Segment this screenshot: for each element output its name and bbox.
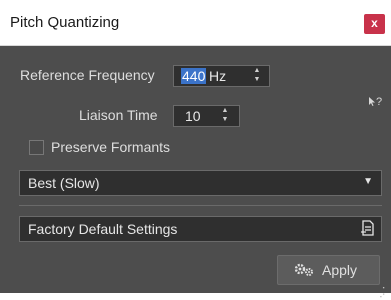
divider — [19, 205, 382, 206]
dropdown-arrow-icon: ▼ — [363, 176, 373, 187]
close-icon: x — [371, 16, 378, 30]
help-cursor-icon[interactable]: ? — [369, 96, 382, 108]
title-bar: Pitch Quantizing x — [0, 0, 391, 46]
dialog-body: ? Reference Frequency 440 Hz ▲ ▼ Liaison … — [0, 46, 391, 300]
apply-label: Apply — [322, 262, 358, 278]
liaison-time-spinbox[interactable]: 10 ▲ ▼ — [173, 105, 240, 127]
preserve-formants-label[interactable]: Preserve Formants — [51, 139, 170, 155]
presets-field[interactable]: Factory Default Settings — [19, 216, 382, 242]
reference-frequency-label: Reference Frequency — [20, 67, 155, 83]
settings-gears-icon — [294, 263, 316, 280]
resize-grip-icon[interactable]: ⠠ ⠔ — [379, 282, 386, 300]
presets-label: Factory Default Settings — [28, 221, 178, 237]
quality-selected-value: Best (Slow) — [28, 175, 100, 191]
dialog-title: Pitch Quantizing — [10, 14, 120, 31]
apply-button[interactable]: Apply — [277, 255, 380, 285]
liaison-time-value[interactable]: 10 — [185, 108, 201, 124]
spin-arrows-icon[interactable]: ▲ ▼ — [252, 66, 262, 86]
spin-arrows-icon[interactable]: ▲ ▼ — [220, 106, 230, 126]
reference-frequency-unit: Hz — [209, 68, 227, 84]
help-glyph: ? — [376, 96, 383, 108]
preset-save-icon[interactable] — [361, 220, 375, 239]
preserve-formants-checkbox[interactable] — [29, 140, 44, 155]
liaison-time-label: Liaison Time — [79, 107, 158, 123]
reference-frequency-value[interactable]: 440 — [181, 68, 207, 84]
reference-frequency-spinbox[interactable]: 440 Hz ▲ ▼ — [173, 65, 270, 87]
close-button[interactable]: x — [364, 14, 385, 34]
quality-dropdown[interactable]: Best (Slow) ▼ — [19, 170, 382, 196]
pitch-quantizing-dialog: Pitch Quantizing x ? Reference Frequency… — [0, 0, 391, 300]
